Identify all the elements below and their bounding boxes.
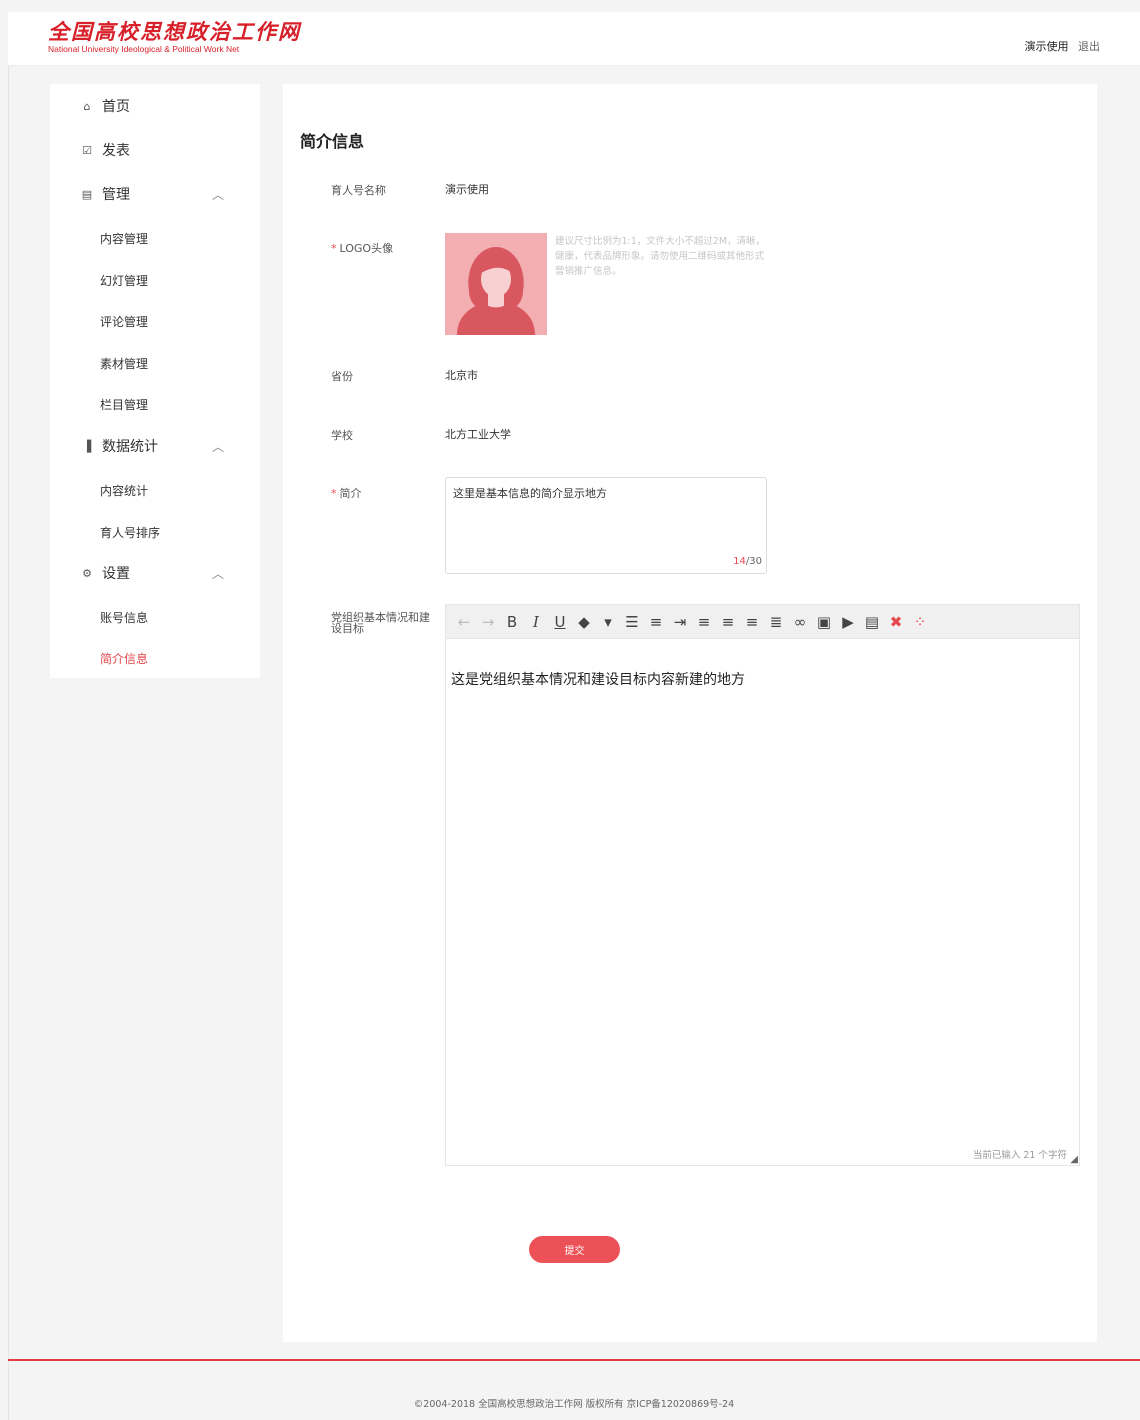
italic-icon[interactable]: I xyxy=(524,610,548,634)
main-panel: 简介信息 育人号名称 演示使用 * LOGO头像 建议尺寸比例为1:1，文件大小不… xyxy=(283,84,1097,1342)
sidebar-item-ranking[interactable]: 育人号排序 xyxy=(100,524,160,541)
unordered-list-icon[interactable]: ≡ xyxy=(644,610,668,634)
intro-label: * 简介 xyxy=(331,485,362,501)
bold-icon[interactable]: B xyxy=(500,610,524,634)
align-center-icon[interactable]: ≡ xyxy=(740,610,764,634)
chevron-up-icon: ︿ xyxy=(212,566,225,581)
intro-count-max: /30 xyxy=(745,556,762,567)
redo-icon[interactable]: → xyxy=(476,610,500,634)
submit-button[interactable]: 提交 xyxy=(529,1236,620,1263)
footer-copyright: ©2004-2018 全国高校思想政治工作网 版权所有 京ICP备1202086… xyxy=(413,1399,735,1410)
editor-content: 这是党组织基本情况和建设目标内容新建的地方 xyxy=(451,672,745,688)
sidebar-item-comment-manage[interactable]: 评论管理 xyxy=(100,313,148,330)
sidebar-item-label: 数据统计 xyxy=(102,439,158,455)
eraser-icon[interactable]: ◆ xyxy=(572,610,596,634)
sidebar-item-stats[interactable]: ▐ 数据统计 ︿ xyxy=(50,428,260,464)
sidebar-item-column-manage[interactable]: 栏目管理 xyxy=(100,396,148,413)
bar-chart-icon: ▐ xyxy=(82,439,92,453)
site-logo[interactable]: 全国高校思想政治工作网 National University Ideologi… xyxy=(48,19,301,55)
intro-label-text: 简介 xyxy=(339,487,362,500)
rich-text-editor[interactable]: ← → B I U ◆ ▾ ☰ ≡ ⇥ ≡ ≡ ≡ ≣ ∞ ▣ ▶ ▤ ✖ ⁘ … xyxy=(445,604,1080,1166)
school-label: 学校 xyxy=(331,429,353,442)
sidebar-item-label: 管理 xyxy=(102,187,130,203)
name-label: 育人号名称 xyxy=(331,184,386,197)
avatar-upload[interactable] xyxy=(445,233,547,335)
intro-char-count: 14/30 xyxy=(733,556,762,567)
required-mark: * xyxy=(331,242,337,255)
close-icon[interactable]: ✖ xyxy=(884,610,908,634)
sidebar: ⌂ 首页 ☑ 发表 ▤ 管理 ︿ 内容管理 幻灯管理 评论管理 素材管理 栏目管… xyxy=(50,84,260,678)
province-value: 北京市 xyxy=(445,369,478,382)
home-icon: ⌂ xyxy=(83,99,91,113)
logo-label: * LOGO头像 xyxy=(331,240,393,256)
template-icon[interactable]: ▤ xyxy=(860,610,884,634)
intro-text: 这里是基本信息的简介显示地方 xyxy=(453,487,607,500)
chevron-up-icon: ︿ xyxy=(212,187,225,202)
format-brush-icon[interactable]: ▾ xyxy=(596,610,620,634)
sidebar-item-material-manage[interactable]: 素材管理 xyxy=(100,355,148,372)
indent-icon[interactable]: ⇥ xyxy=(668,610,692,634)
sidebar-item-home[interactable]: ⌂ 首页 xyxy=(50,88,260,124)
logo-label-text: LOGO头像 xyxy=(339,242,394,255)
link-icon[interactable]: ∞ xyxy=(788,610,812,634)
sidebar-item-content-manage[interactable]: 内容管理 xyxy=(100,230,148,247)
align-left-icon[interactable]: ≡ xyxy=(692,610,716,634)
image-icon[interactable]: ▣ xyxy=(812,610,836,634)
school-value: 北方工业大学 xyxy=(445,428,511,441)
sidebar-item-settings[interactable]: ⚙ 设置 ︿ xyxy=(50,555,260,591)
resize-handle-icon[interactable]: ◢ xyxy=(1070,1154,1078,1165)
required-mark: * xyxy=(331,487,337,500)
sidebar-item-publish[interactable]: ☑ 发表 xyxy=(50,132,260,168)
sidebar-item-manage[interactable]: ▤ 管理 ︿ xyxy=(50,176,260,212)
party-label: 党组织基本情况和建设目标 xyxy=(331,611,430,635)
sidebar-item-label: 首页 xyxy=(102,99,130,115)
sidebar-item-content-stats[interactable]: 内容统计 xyxy=(100,482,148,499)
sidebar-item-label: 设置 xyxy=(102,566,130,582)
sidebar-item-intro-info[interactable]: 简介信息 xyxy=(100,650,148,667)
logo-hint: 建议尺寸比例为1:1，文件大小不超过2M，清晰，健康，代表品牌形象。请勿使用二维… xyxy=(555,236,766,277)
top-header: 全国高校思想政治工作网 National University Ideologi… xyxy=(8,12,1140,66)
user-name[interactable]: 演示使用 xyxy=(1025,40,1069,53)
chevron-up-icon: ︿ xyxy=(212,439,225,454)
align-justify-icon[interactable]: ≣ xyxy=(764,610,788,634)
province-label: 省份 xyxy=(331,370,353,383)
intro-count-current: 14 xyxy=(733,556,746,567)
ordered-list-icon[interactable]: ☰ xyxy=(620,610,644,634)
intro-textarea[interactable]: 这里是基本信息的简介显示地方 14/30 xyxy=(445,477,767,574)
gear-icon: ⚙ xyxy=(82,566,92,580)
editor-toolbar: ← → B I U ◆ ▾ ☰ ≡ ⇥ ≡ ≡ ≡ ≣ ∞ ▣ ▶ ▤ ✖ ⁘ xyxy=(446,605,1079,639)
video-icon[interactable]: ▶ xyxy=(836,610,860,634)
undo-icon[interactable]: ← xyxy=(452,610,476,634)
sidebar-item-label: 发表 xyxy=(102,143,130,159)
underline-icon[interactable]: U xyxy=(548,610,572,634)
align-right-icon[interactable]: ≡ xyxy=(716,610,740,634)
user-area: 演示使用 退出 xyxy=(1025,38,1101,54)
page-title: 简介信息 xyxy=(300,132,365,151)
edit-icon: ☑ xyxy=(82,143,92,157)
sidebar-item-slide-manage[interactable]: 幻灯管理 xyxy=(100,272,148,289)
name-value: 演示使用 xyxy=(445,183,489,196)
logout-link[interactable]: 退出 xyxy=(1078,40,1100,53)
editor-char-count: 当前已输入 21 个字符 xyxy=(972,1150,1067,1161)
footer-divider xyxy=(8,1359,1140,1361)
plugin-icon[interactable]: ⁘ xyxy=(908,610,932,634)
document-icon: ▤ xyxy=(81,187,93,201)
logo-en: National University Ideological & Politi… xyxy=(48,44,240,54)
sidebar-item-account-info[interactable]: 账号信息 xyxy=(100,609,148,626)
person-icon xyxy=(445,233,547,335)
logo-cn: 全国高校思想政治工作网 xyxy=(48,19,301,44)
